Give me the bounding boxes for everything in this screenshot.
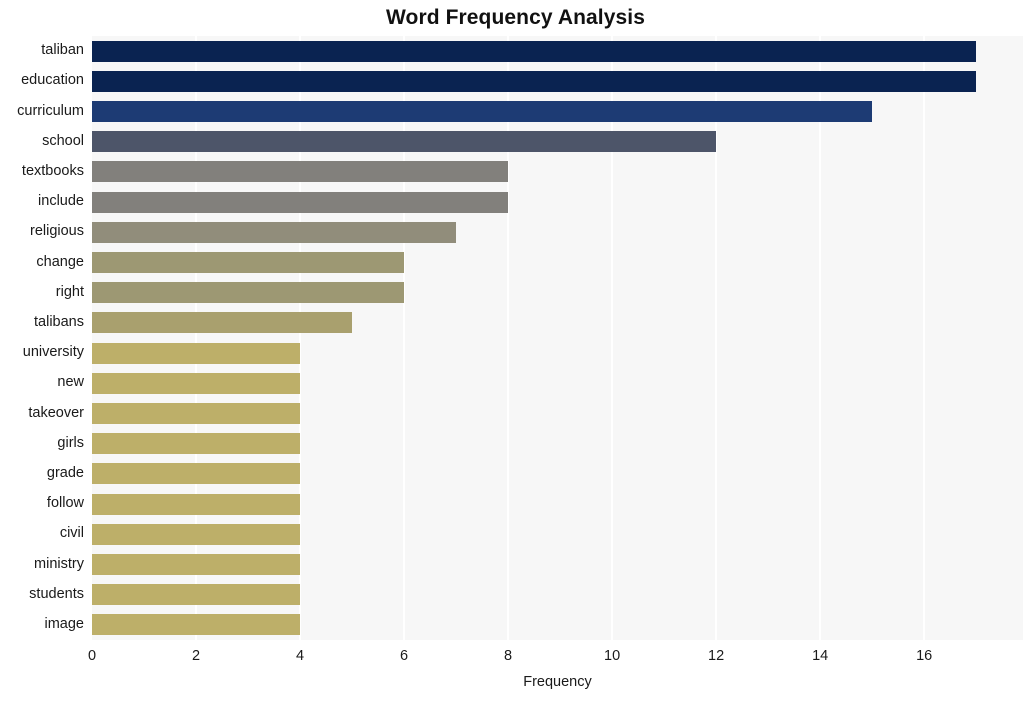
x-axis-tick-labels: 0 2 4 6 8 10 12 14 16 — [0, 648, 1031, 670]
bar-row — [92, 398, 1023, 428]
x-tick-label-10: 10 — [604, 648, 621, 664]
bar-row — [92, 549, 1023, 579]
y-tick-label-ministry: ministry — [34, 555, 84, 572]
y-tick-label-education: education — [21, 72, 84, 89]
bar-new[interactable] — [92, 372, 301, 394]
bar-row — [92, 459, 1023, 489]
bar-school[interactable] — [92, 131, 717, 153]
bar-row — [92, 338, 1023, 368]
bar-grade[interactable] — [92, 463, 301, 485]
y-tick-label-religious: religious — [30, 223, 84, 240]
x-axis-title: Frequency — [523, 674, 592, 690]
bar-row — [92, 96, 1023, 126]
bar-row — [92, 489, 1023, 519]
y-axis-tick-labels: taliban education curriculum school textbook… — [0, 36, 84, 640]
bar-civil[interactable] — [92, 523, 301, 545]
y-tick-label-new: new — [57, 374, 84, 391]
x-tick-label-4: 4 — [295, 648, 305, 664]
bar-image[interactable] — [92, 614, 301, 636]
y-tick-label-taliban: taliban — [41, 42, 84, 59]
bar-curriculum[interactable] — [92, 100, 873, 122]
y-tick-label-takeover: takeover — [28, 404, 84, 421]
bar-follow[interactable] — [92, 493, 301, 515]
bar-include[interactable] — [92, 191, 509, 213]
bar-change[interactable] — [92, 251, 405, 273]
bar-row — [92, 66, 1023, 96]
bar-taliban[interactable] — [92, 40, 977, 62]
x-tick-label-12: 12 — [708, 648, 725, 664]
bar-textbooks[interactable] — [92, 161, 509, 183]
x-tick-label-0: 0 — [87, 648, 97, 664]
bar-row — [92, 187, 1023, 217]
bar-row — [92, 368, 1023, 398]
bar-education[interactable] — [92, 70, 977, 92]
y-tick-label-civil: civil — [59, 525, 84, 542]
bar-right[interactable] — [92, 282, 405, 304]
bar-students[interactable] — [92, 584, 301, 606]
bar-ministry[interactable] — [92, 553, 301, 575]
chart-title: Word Frequency Analysis — [385, 6, 646, 29]
x-tick-label-6: 6 — [400, 648, 409, 664]
y-tick-label-include: include — [38, 193, 84, 210]
x-tick-label-2: 2 — [191, 648, 201, 664]
bar-row — [92, 157, 1023, 187]
bar-row — [92, 247, 1023, 277]
y-tick-label-school: school — [42, 132, 84, 149]
bar-row — [92, 217, 1023, 247]
y-tick-label-grade: grade — [46, 464, 84, 481]
plot-area — [92, 36, 1023, 640]
bar-takeover[interactable] — [92, 402, 301, 424]
x-tick-label-14: 14 — [812, 648, 829, 664]
y-tick-label-talibans: talibans — [34, 313, 84, 330]
bar-girls[interactable] — [92, 433, 301, 455]
y-tick-label-students: students — [29, 585, 84, 602]
bar-row — [92, 519, 1023, 549]
bar-row — [92, 36, 1023, 66]
bar-row — [92, 429, 1023, 459]
bar-talibans[interactable] — [92, 312, 353, 334]
bar-row — [92, 610, 1023, 640]
y-tick-label-right: right — [55, 283, 84, 300]
chart-figure: Word Frequency Analysis taliban education… — [0, 0, 1031, 701]
bar-row — [92, 278, 1023, 308]
y-tick-label-image: image — [44, 615, 85, 632]
x-tick-label-16: 16 — [916, 648, 933, 664]
y-tick-label-curriculum: curriculum — [17, 102, 84, 119]
y-tick-label-girls: girls — [57, 434, 84, 451]
bar-row — [92, 127, 1023, 157]
bar-row — [92, 580, 1023, 610]
bar-religious[interactable] — [92, 221, 457, 243]
bar-row — [92, 308, 1023, 338]
y-tick-label-follow: follow — [46, 495, 84, 512]
y-tick-label-textbooks: textbooks — [21, 162, 84, 179]
y-tick-label-change: change — [36, 253, 84, 270]
x-tick-label-8: 8 — [504, 648, 513, 664]
y-tick-label-university: university — [22, 344, 84, 361]
bar-university[interactable] — [92, 342, 301, 364]
